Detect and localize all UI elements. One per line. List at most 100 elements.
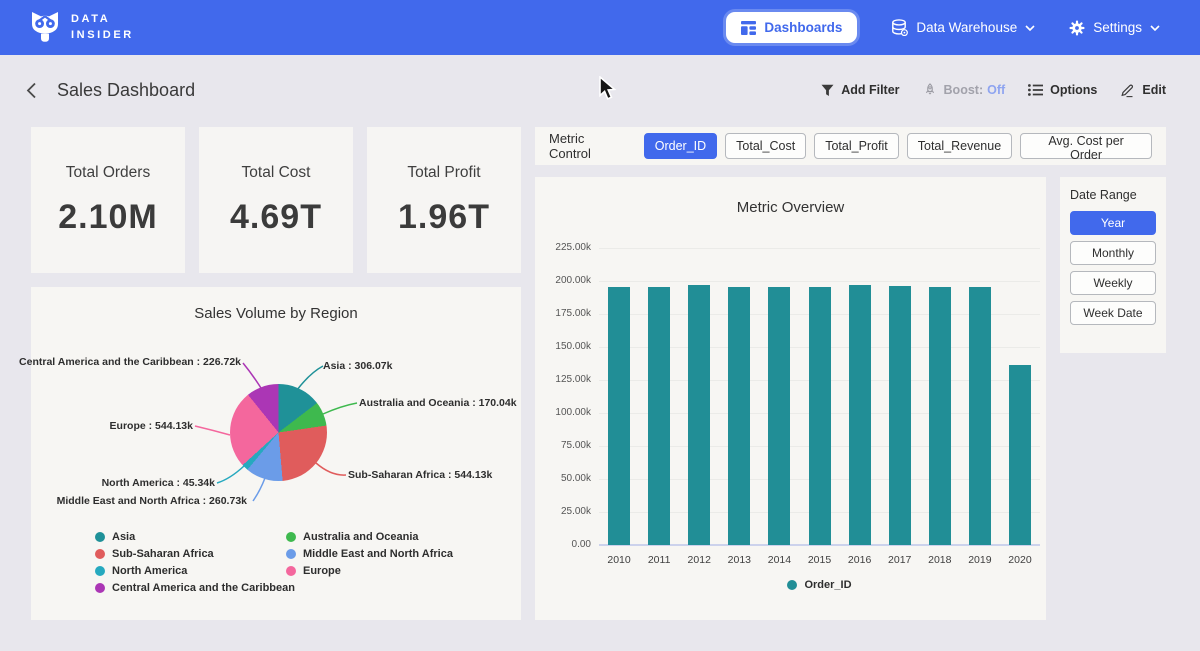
metric-button-total-profit[interactable]: Total_Profit <box>814 133 899 159</box>
pie-leader-5 <box>195 426 230 435</box>
legend-dot <box>95 532 105 542</box>
kpi-card-total-profit: Total Profit1.96T <box>367 127 521 273</box>
y-tick-label: 100.00k <box>555 407 591 418</box>
boost-toggle[interactable]: Boost: Off <box>923 83 1006 97</box>
legend-dot <box>286 532 296 542</box>
legend-label: Middle East and North Africa <box>303 548 453 560</box>
bar-2015[interactable] <box>809 287 831 545</box>
nav-data-warehouse-menu[interactable]: Data Warehouse <box>891 19 1035 36</box>
date-range-button-week-date[interactable]: Week Date <box>1070 301 1156 325</box>
date-range-label: Date Range <box>1070 188 1156 202</box>
y-tick-label: 25.00k <box>561 506 591 517</box>
pie-label-middle-east-and-north-africa: Middle East and North Africa : 260.73k <box>57 495 247 507</box>
legend-label: Sub-Saharan Africa <box>112 548 214 560</box>
pie-label-sub-saharan-africa: Sub-Saharan Africa : 544.13k <box>348 469 492 481</box>
options-list-icon <box>1028 84 1043 96</box>
legend-label: Australia and Oceania <box>303 531 419 543</box>
bar-2020[interactable] <box>1009 365 1031 545</box>
bar-plot <box>599 248 1040 545</box>
legend-item: Central America and the Caribbean <box>95 582 286 594</box>
sales-volume-panel: Sales Volume by Region Asia : 306.07k Au… <box>31 287 521 620</box>
pie-label-asia: Asia : 306.07k <box>323 360 392 372</box>
back-button[interactable] <box>26 82 37 99</box>
bar-2016[interactable] <box>849 285 871 545</box>
y-tick-label: 125.00k <box>555 374 591 385</box>
bar-2018[interactable] <box>929 287 951 545</box>
x-tick-label: 2011 <box>639 554 679 566</box>
bar-yaxis: 225.00k200.00k175.00k150.00k125.00k100.0… <box>535 177 593 620</box>
date-range-button-weekly[interactable]: Weekly <box>1070 271 1156 295</box>
nav-settings-menu[interactable]: Settings <box>1069 20 1160 36</box>
database-icon <box>891 19 908 36</box>
x-tick-label: 2017 <box>880 554 920 566</box>
metric-button-total-cost[interactable]: Total_Cost <box>725 133 806 159</box>
kpi-value: 2.10M <box>58 198 158 237</box>
pie-chart[interactable] <box>230 384 327 481</box>
date-range-button-monthly[interactable]: Monthly <box>1070 241 1156 265</box>
pie-label-central-america: Central America and the Caribbean : 226.… <box>19 356 241 368</box>
pie-leader-4 <box>217 466 244 483</box>
pie-legend: Asia Australia and Oceania Sub-Saharan Afr… <box>95 531 453 594</box>
rocket-icon <box>923 83 937 97</box>
bar-2019[interactable] <box>969 287 991 545</box>
legend-label: Europe <box>303 565 341 577</box>
nav-dashboards-button[interactable]: Dashboards <box>726 12 857 43</box>
chevron-down-icon <box>1025 25 1035 31</box>
metric-overview-chart-panel: Metric Overview 225.00k200.00k175.00k150… <box>535 177 1046 620</box>
pie-label-australia-and-oceania: Australia and Oceania : 170.04k <box>359 397 517 409</box>
gear-icon <box>1069 20 1085 36</box>
pie-leader-2 <box>316 463 346 475</box>
bar-2012[interactable] <box>688 285 710 545</box>
bar-column <box>719 248 759 545</box>
x-tick-label: 2019 <box>960 554 1000 566</box>
bar-2017[interactable] <box>889 286 911 545</box>
top-navbar: DATA INSIDER Dashboards D <box>0 0 1200 55</box>
edit-button[interactable]: Edit <box>1120 83 1166 98</box>
pie-label-north-america: North America : 45.34k <box>102 477 215 489</box>
x-tick-label: 2012 <box>679 554 719 566</box>
kpi-card-total-cost: Total Cost4.69T <box>199 127 353 273</box>
legend-label: Asia <box>112 531 135 543</box>
header-actions: Add Filter Boost: Off Options <box>821 83 1166 98</box>
metric-button-order-id[interactable]: Order_ID <box>644 133 717 159</box>
bar-2014[interactable] <box>768 287 790 545</box>
boost-state: Off <box>987 83 1005 97</box>
bar-column <box>599 248 639 545</box>
chevron-down-icon <box>1150 25 1160 31</box>
bar-xaxis: 2010201120122013201420152016201720182019… <box>599 554 1040 566</box>
bar-legend: Order_ID <box>599 579 1040 591</box>
brand[interactable]: DATA INSIDER <box>30 11 134 44</box>
legend-label: North America <box>112 565 187 577</box>
legend-item: Europe <box>286 565 453 577</box>
bar-2010[interactable] <box>608 287 630 545</box>
legend-dot <box>787 580 797 590</box>
x-tick-label: 2020 <box>1000 554 1040 566</box>
bar-column <box>840 248 880 545</box>
y-tick-label: 225.00k <box>555 242 591 253</box>
legend-dot <box>286 549 296 559</box>
legend-dot <box>95 549 105 559</box>
pencil-icon <box>1120 83 1135 98</box>
y-tick-label: 0.00 <box>572 539 591 550</box>
metric-button-total-revenue[interactable]: Total_Revenue <box>907 133 1012 159</box>
dashboard-grid-icon <box>741 21 756 35</box>
y-tick-label: 175.00k <box>555 308 591 319</box>
metric-button-avg-cost-per-order[interactable]: Avg. Cost per Order <box>1020 133 1152 159</box>
kpi-label: Total Orders <box>66 164 150 182</box>
filter-funnel-icon <box>821 84 834 97</box>
bar-2013[interactable] <box>728 287 750 545</box>
kpi-value: 1.96T <box>398 198 490 237</box>
metric-control-buttons: Order_ID Total_Cost Total_Profit Total_Reve… <box>644 133 1152 159</box>
x-tick-label: 2015 <box>799 554 839 566</box>
bar-2011[interactable] <box>648 287 670 545</box>
navbar-menu: Dashboards Data Warehouse <box>726 12 1160 43</box>
legend-dot <box>95 583 105 593</box>
y-tick-label: 75.00k <box>561 440 591 451</box>
legend-item: Order_ID <box>787 579 851 591</box>
brand-text: DATA INSIDER <box>71 12 134 43</box>
options-button[interactable]: Options <box>1028 83 1097 97</box>
x-tick-label: 2010 <box>599 554 639 566</box>
date-range-button-year[interactable]: Year <box>1070 211 1156 235</box>
date-range-buttons: Year Monthly Weekly Week Date <box>1070 211 1156 325</box>
add-filter-button[interactable]: Add Filter <box>821 83 899 97</box>
